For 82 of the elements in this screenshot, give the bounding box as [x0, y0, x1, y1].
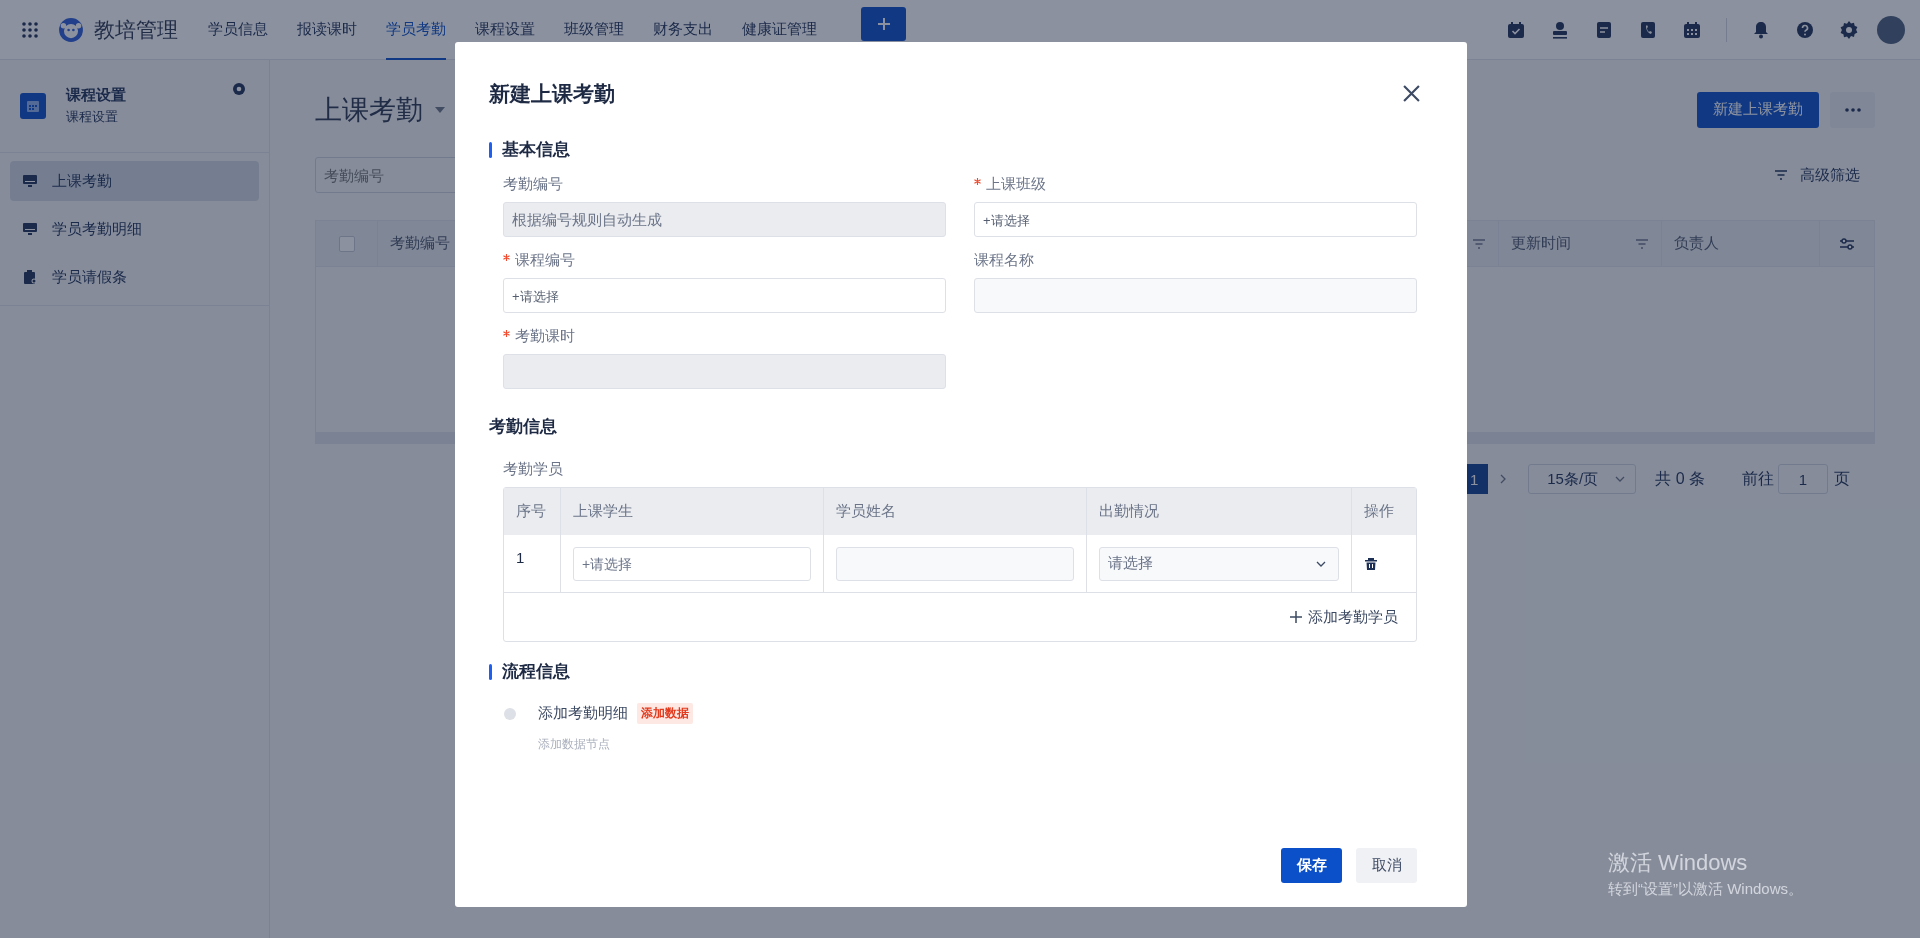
nav-tab[interactable]: 学员信息	[208, 0, 268, 60]
sidebar-title: 课程设置	[66, 86, 126, 105]
os-watermark-title: 激活 Windows	[1608, 849, 1749, 877]
document-icon[interactable]	[1594, 19, 1614, 40]
page-title[interactable]: 上课考勤	[315, 91, 423, 128]
next-page-icon[interactable]	[1500, 474, 1507, 484]
app-name: 教培管理	[94, 16, 178, 43]
settings-icon[interactable]	[1839, 19, 1859, 40]
student-name-field[interactable]	[836, 546, 1074, 581]
column-header: 更新时间	[1511, 234, 1571, 253]
add-circle-icon[interactable]	[232, 82, 246, 96]
section-title: 考勤信息	[489, 416, 557, 438]
required-icon	[974, 178, 981, 185]
student-picker-field[interactable]: +请选择	[573, 546, 811, 581]
monitor-icon	[22, 221, 38, 237]
field-label: 考勤课时	[503, 327, 946, 346]
column-header: 操作	[1363, 501, 1395, 521]
column-header: 出勤情况	[1087, 488, 1352, 535]
step-note: 添加数据节点	[538, 736, 611, 753]
monitor-icon	[22, 173, 38, 189]
sidebar-item[interactable]: 学员请假条	[10, 257, 259, 297]
required-icon	[503, 254, 510, 261]
help-icon[interactable]	[1795, 19, 1815, 40]
close-icon[interactable]	[1403, 85, 1420, 102]
calendar-icon	[20, 93, 46, 119]
field-label: 上课班级	[974, 175, 1417, 194]
sidebar-item[interactable]: 上课考勤	[10, 161, 259, 201]
total-count: 共 0 条	[1655, 468, 1705, 489]
field-label: 课程编号	[503, 251, 946, 270]
dialog-title: 新建上课考勤	[489, 81, 615, 107]
more-icon	[1844, 107, 1861, 112]
nav-tab[interactable]: 学员考勤	[386, 0, 446, 60]
section-title: 流程信息	[502, 661, 570, 683]
os-watermark-text: 转到“设置”以激活 Windows。	[1608, 880, 1803, 899]
column-header: 负责人	[1674, 234, 1719, 253]
caret-icon[interactable]	[435, 106, 445, 113]
row-number: 1	[504, 535, 561, 592]
advanced-filter-link[interactable]: 高级筛选	[1800, 165, 1860, 185]
step-name: 添加考勤明细	[538, 704, 628, 723]
chevron-down-icon	[1615, 476, 1626, 482]
person-stamp-icon[interactable]	[1550, 19, 1570, 40]
required-icon	[503, 330, 510, 337]
step-tag: 添加数据	[637, 703, 693, 724]
column-header: 上课学生	[561, 488, 824, 535]
chevron-down-icon	[1316, 560, 1326, 567]
goto-label: 前往	[1742, 468, 1774, 489]
trash-icon[interactable]	[1364, 556, 1378, 571]
add-student-button[interactable]: 添加考勤学员	[1290, 607, 1398, 627]
add-button[interactable]	[861, 6, 906, 41]
cancel-button[interactable]: 取消	[1356, 848, 1417, 883]
plus-icon	[875, 15, 892, 32]
avatar[interactable]	[1877, 15, 1905, 44]
sidebar-item[interactable]: 学员考勤明细	[10, 209, 259, 249]
sidebar-subtitle: 课程设置	[66, 108, 119, 126]
calendar-check-icon[interactable]	[1506, 19, 1526, 40]
column-header: 学员姓名	[824, 488, 1087, 535]
input-field[interactable]: +请选择	[503, 278, 946, 313]
clipboard-icon	[22, 269, 38, 285]
column-header: 考勤编号	[390, 234, 450, 253]
attendance-select[interactable]: 请选择	[1099, 546, 1339, 581]
section-title: 基本信息	[502, 139, 570, 161]
page-size-select[interactable]: 15条/页	[1528, 464, 1637, 494]
column-header: 序号	[504, 488, 561, 535]
phone-book-icon[interactable]	[1638, 19, 1658, 40]
filter-icon[interactable]	[1774, 170, 1788, 180]
field-label: 课程名称	[974, 251, 1035, 270]
field-label: 考勤学员	[503, 460, 564, 479]
sliders-icon[interactable]	[1839, 236, 1855, 251]
calendar-icon[interactable]	[1682, 19, 1702, 40]
save-button[interactable]: 保存	[1281, 848, 1342, 883]
new-attendance-button[interactable]: 新建上课考勤	[1697, 91, 1819, 128]
logo-icon	[58, 16, 84, 43]
input-field[interactable]: +请选择	[974, 202, 1417, 237]
input-field[interactable]	[974, 278, 1417, 313]
plus-icon	[1290, 611, 1302, 623]
app-grid-icon[interactable]	[22, 21, 38, 38]
select-all-checkbox[interactable]	[338, 235, 355, 252]
field-label: 考勤编号	[503, 175, 564, 194]
goto-page-field[interactable]: 1	[1778, 464, 1828, 494]
nav-tab[interactable]: 报读课时	[297, 0, 357, 60]
step-dot	[504, 707, 516, 720]
page-unit-label: 页	[1834, 468, 1850, 489]
